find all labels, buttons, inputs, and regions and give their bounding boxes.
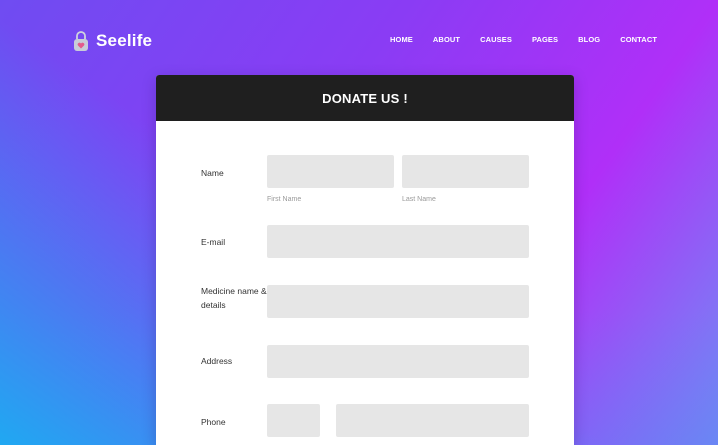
- brand-name: Seelife: [96, 31, 153, 50]
- first-name-input[interactable]: [267, 155, 394, 188]
- phone-label: Phone: [201, 417, 226, 427]
- top-navigation-bar: Seelife HOME ABOUT CAUSES PAGES BLOG CON…: [0, 0, 718, 80]
- medicine-input[interactable]: [267, 285, 529, 318]
- donate-form-card: DONATE US ! Name First Name Last Name E-…: [156, 75, 574, 445]
- nav-blog[interactable]: BLOG: [578, 35, 600, 44]
- medicine-label: Medicine name & details: [201, 286, 267, 310]
- email-label: E-mail: [201, 237, 226, 247]
- main-nav: HOME ABOUT CAUSES PAGES BLOG CONTACT: [390, 35, 657, 44]
- phone-number-input[interactable]: [336, 404, 529, 437]
- nav-home[interactable]: HOME: [390, 35, 413, 44]
- nav-causes[interactable]: CAUSES: [480, 35, 512, 44]
- nav-contact[interactable]: CONTACT: [620, 35, 657, 44]
- name-label: Name: [201, 168, 224, 178]
- donate-form-title: DONATE US !: [322, 90, 408, 106]
- email-input[interactable]: [267, 225, 529, 258]
- donate-form-header: DONATE US !: [156, 75, 574, 121]
- heart-lock-icon: [74, 31, 88, 51]
- address-label: Address: [201, 356, 233, 366]
- last-name-input[interactable]: [402, 155, 529, 188]
- nav-pages[interactable]: PAGES: [532, 35, 558, 44]
- address-input[interactable]: [267, 345, 529, 378]
- nav-about[interactable]: ABOUT: [433, 35, 460, 44]
- last-name-hint: Last Name: [402, 196, 436, 203]
- first-name-hint: First Name: [267, 196, 302, 203]
- phone-code-input[interactable]: [267, 404, 320, 437]
- brand-logo[interactable]: Seelife: [72, 30, 152, 52]
